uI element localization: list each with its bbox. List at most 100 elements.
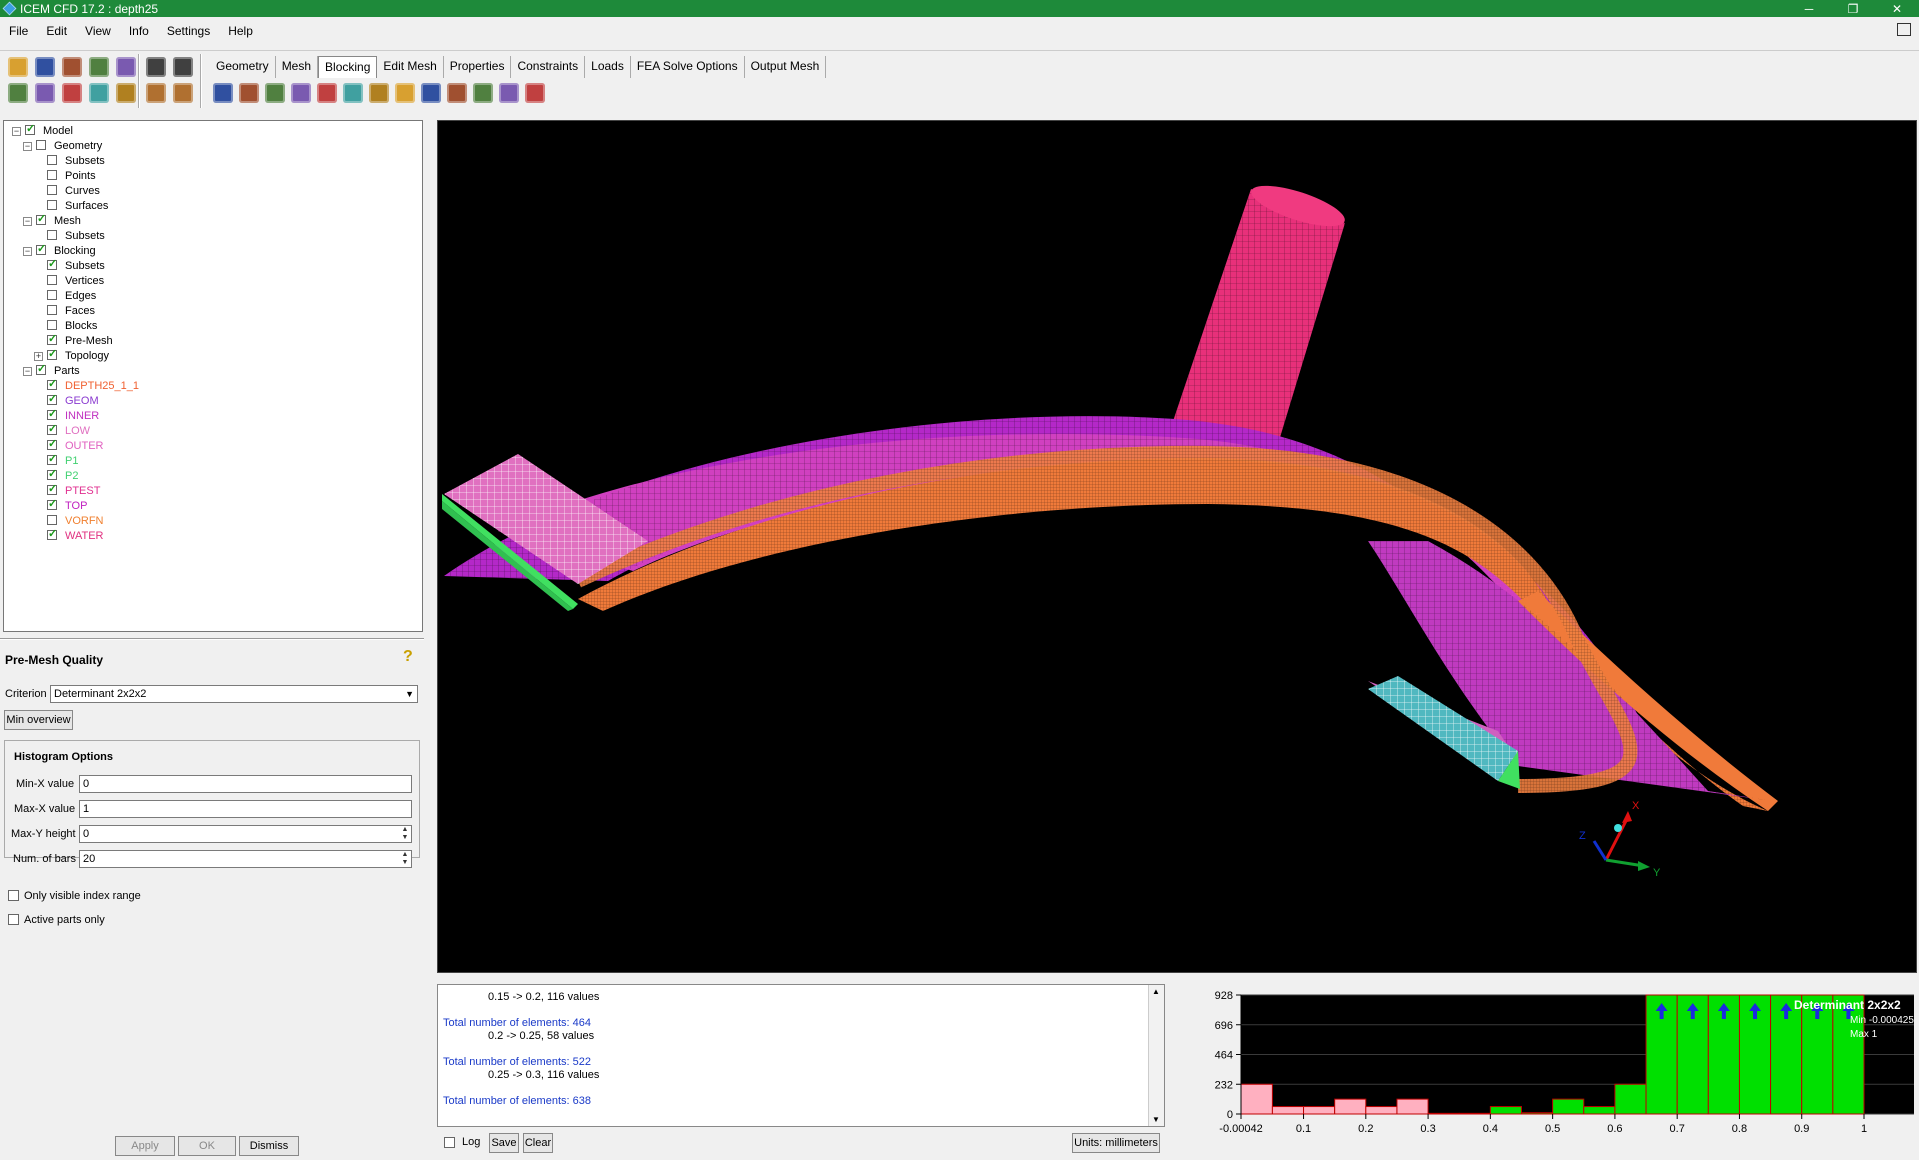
maximize-icon[interactable]: ❐ (1831, 2, 1875, 16)
min-x-input[interactable]: 0 (79, 775, 412, 793)
visibility-checkbox[interactable] (36, 212, 46, 227)
visibility-checkbox[interactable] (47, 497, 57, 512)
spinner-icon[interactable]: ▲ ▼ (399, 826, 411, 842)
histogram-bar[interactable] (1271, 1106, 1305, 1115)
menu-settings[interactable]: Settings (158, 24, 219, 38)
menu-info[interactable]: Info (120, 24, 158, 38)
tree-blocking-edges[interactable]: Edges (34, 289, 96, 304)
measure-icon[interactable] (60, 81, 84, 105)
tree-part-outer[interactable]: OUTER (34, 437, 104, 454)
units-button[interactable]: Units: millimeters (1072, 1133, 1160, 1153)
visibility-checkbox[interactable] (47, 515, 57, 525)
tree-geometry-curves[interactable]: Curves (34, 184, 100, 199)
tab-constraints[interactable]: Constraints (511, 56, 586, 78)
log-scrollbar[interactable]: ▲ ▼ (1148, 985, 1164, 1126)
visibility-checkbox[interactable] (47, 422, 57, 437)
tree-blocking-faces[interactable]: Faces (34, 304, 95, 319)
tree-blocking-vertices[interactable]: Vertices (34, 274, 104, 289)
undo-icon[interactable] (144, 55, 168, 79)
tree-geometry[interactable]: − Geometry (23, 139, 102, 154)
tree-part-top[interactable]: TOP (34, 497, 87, 514)
minimize-icon[interactable]: ─ (1787, 2, 1831, 16)
redo-icon[interactable] (171, 55, 195, 79)
tree-part-geom[interactable]: GEOM (34, 392, 99, 409)
zoom-box-icon[interactable] (33, 81, 57, 105)
tree-blocking-pre-mesh[interactable]: Pre-Mesh (34, 332, 113, 349)
menu-view[interactable]: View (76, 24, 120, 38)
expand-toggle-icon[interactable]: − (23, 367, 32, 376)
visibility-checkbox[interactable] (47, 320, 57, 330)
select-icon[interactable] (114, 81, 138, 105)
histogram-bar[interactable] (1303, 1106, 1336, 1115)
expand-toggle-icon[interactable]: + (34, 352, 43, 361)
open-folder-icon[interactable] (6, 55, 30, 79)
ok-button[interactable]: OK (178, 1136, 236, 1156)
only-visible-checkbox[interactable] (8, 890, 19, 901)
menu-file[interactable]: File (0, 24, 37, 38)
visibility-checkbox[interactable] (47, 482, 57, 497)
visibility-checkbox[interactable] (47, 290, 57, 300)
pre-mesh-params-icon[interactable] (419, 81, 443, 105)
histogram-bar[interactable] (1427, 1112, 1460, 1115)
save-icon[interactable] (33, 55, 57, 79)
visibility-checkbox[interactable] (47, 377, 57, 392)
visibility-checkbox[interactable] (47, 332, 57, 347)
tree-geometry-points[interactable]: Points (34, 169, 96, 184)
max-y-input[interactable]: 0 ▲ ▼ (79, 825, 412, 843)
histogram-bar[interactable] (1396, 1098, 1429, 1115)
spinner-icon[interactable]: ▲ ▼ (399, 851, 411, 867)
histogram-bar[interactable] (1458, 1112, 1491, 1115)
tab-mesh[interactable]: Mesh (276, 56, 319, 78)
visibility-checkbox[interactable] (47, 347, 57, 362)
tree-blocking[interactable]: − Blocking (23, 242, 96, 259)
fit-window-icon[interactable] (6, 81, 30, 105)
visibility-checkbox[interactable] (47, 407, 57, 422)
move-vertex-icon[interactable] (341, 81, 365, 105)
split-block-icon[interactable] (237, 81, 261, 105)
visibility-checkbox[interactable] (47, 170, 57, 180)
scroll-down-icon[interactable]: ▼ (1152, 1115, 1160, 1124)
tree-part-water[interactable]: WATER (34, 527, 104, 544)
log-checkbox[interactable] (444, 1137, 455, 1148)
visibility-checkbox[interactable] (47, 452, 57, 467)
menu-edit[interactable]: Edit (37, 24, 76, 38)
merge-vertices-icon[interactable] (263, 81, 287, 105)
histogram-bar[interactable] (1614, 1083, 1647, 1115)
histogram-svg[interactable]: 0 232 464 696 928 Determinant 2x2x2 Min -0.000… (1175, 984, 1919, 1157)
visibility-checkbox[interactable] (36, 140, 46, 150)
tab-edit-mesh[interactable]: Edit Mesh (377, 56, 444, 78)
visibility-checkbox[interactable] (36, 362, 46, 377)
visibility-checkbox[interactable] (47, 305, 57, 315)
expand-toggle-icon[interactable]: − (23, 247, 32, 256)
tree-blocking-subsets[interactable]: Subsets (34, 257, 105, 274)
solid-display-icon[interactable] (171, 81, 195, 105)
visibility-checkbox[interactable] (47, 257, 57, 272)
tab-blocking[interactable]: Blocking (318, 56, 378, 78)
edit-block-icon[interactable] (289, 81, 313, 105)
min-overview-button[interactable]: Min overview (4, 710, 73, 730)
histogram-bar[interactable] (1365, 1106, 1398, 1115)
visibility-checkbox[interactable] (47, 200, 57, 210)
histogram-bar[interactable] (1583, 1106, 1616, 1115)
check-blocks-icon[interactable] (497, 81, 521, 105)
tree-part-ptest[interactable]: PTEST (34, 482, 100, 499)
apply-button[interactable]: Apply (115, 1136, 175, 1156)
histogram-bar[interactable] (1552, 1098, 1585, 1115)
tab-properties[interactable]: Properties (444, 56, 512, 78)
histogram-bar[interactable] (1489, 1106, 1522, 1115)
close-icon[interactable]: ✕ (1875, 2, 1919, 16)
criterion-select[interactable]: Determinant 2x2x2 ▼ (50, 685, 418, 703)
tab-output-mesh[interactable]: Output Mesh (745, 56, 827, 78)
pre-mesh-quality-icon[interactable] (445, 81, 469, 105)
tree-geometry-subsets[interactable]: Subsets (34, 154, 105, 169)
visibility-checkbox[interactable] (47, 155, 57, 165)
tab-loads[interactable]: Loads (585, 56, 631, 78)
visibility-checkbox[interactable] (47, 185, 57, 195)
num-bars-input[interactable]: 20 ▲ ▼ (79, 850, 412, 868)
tree-part-inner[interactable]: INNER (34, 407, 99, 424)
save-project-icon[interactable] (60, 55, 84, 79)
associate-icon[interactable] (315, 81, 339, 105)
delete-block-icon[interactable] (523, 81, 547, 105)
active-parts-checkbox[interactable] (8, 914, 19, 925)
menu-help[interactable]: Help (219, 24, 262, 38)
